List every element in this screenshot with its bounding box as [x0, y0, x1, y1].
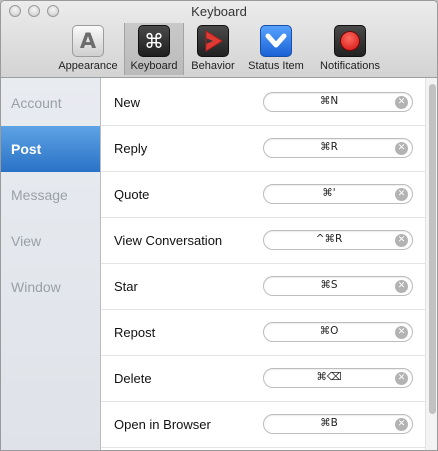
shortcut-recorder-field[interactable]: ⌘O ✕: [263, 322, 413, 342]
shortcut-label: New: [114, 95, 141, 110]
shortcut-recorder-field[interactable]: ⌘⌫ ✕: [263, 368, 413, 388]
status-item-icon: [260, 25, 292, 57]
toolbar-label: Notifications: [320, 60, 380, 72]
clear-shortcut-icon[interactable]: ✕: [395, 142, 408, 155]
shortcut-keys: ⌘S: [320, 279, 338, 291]
toolbar-item-notifications[interactable]: Notifications: [313, 23, 387, 75]
clear-shortcut-icon[interactable]: ✕: [395, 418, 408, 431]
clear-shortcut-icon[interactable]: ✕: [395, 96, 408, 109]
behavior-icon: [197, 25, 229, 57]
window-title: Keyboard: [191, 4, 247, 19]
toolbar-label: Keyboard: [130, 60, 178, 72]
notifications-icon: [334, 25, 366, 57]
shortcut-row: Open in Browser ⌘B ✕: [101, 402, 425, 448]
appearance-icon: A: [72, 25, 104, 57]
sidebar-item-message[interactable]: Message: [1, 172, 100, 218]
shortcut-row: Reply ⌘R ✕: [101, 126, 425, 172]
shortcut-recorder-field[interactable]: ^⌘R ✕: [263, 230, 413, 250]
shortcut-row: Delete ⌘⌫ ✕: [101, 356, 425, 402]
clear-shortcut-icon[interactable]: ✕: [395, 280, 408, 293]
toolbar-item-appearance[interactable]: A Appearance: [55, 23, 121, 75]
shortcut-keys: ⌘': [322, 187, 336, 199]
red-dot-icon: [341, 32, 359, 50]
sidebar-item-post[interactable]: Post: [1, 126, 100, 172]
clear-shortcut-icon[interactable]: ✕: [395, 372, 408, 385]
shortcut-keys: ^⌘R: [315, 233, 343, 245]
shortcut-label: Repost: [114, 325, 156, 340]
shortcut-label: Reply: [114, 141, 148, 156]
clear-shortcut-icon[interactable]: ✕: [395, 234, 408, 247]
shortcut-label: Delete: [114, 371, 152, 386]
shortcut-recorder-field[interactable]: ⌘' ✕: [263, 184, 413, 204]
shortcut-row: Quote ⌘' ✕: [101, 172, 425, 218]
shortcut-keys: ⌘⌫: [316, 371, 342, 383]
shortcut-recorder-field[interactable]: ⌘B ✕: [263, 414, 413, 434]
shortcut-recorder-field[interactable]: ⌘R ✕: [263, 138, 413, 158]
shortcut-label: Quote: [114, 187, 150, 202]
toolbar-item-keyboard[interactable]: ⌘ Keyboard: [124, 23, 184, 75]
shortcut-label: Star: [114, 279, 138, 294]
toolbar-label: Behavior: [191, 60, 235, 72]
shortcut-list: New ⌘N ✕ Reply ⌘R ✕ Quote ⌘' ✕ View Conv…: [101, 78, 425, 450]
sidebar-item-window[interactable]: Window: [1, 264, 100, 310]
shortcut-row: New ⌘N ✕: [101, 80, 425, 126]
shortcut-keys: ⌘N: [319, 95, 339, 107]
toolbar-label: Appearance: [58, 60, 118, 72]
sidebar-item-account[interactable]: Account: [1, 80, 100, 126]
shortcut-label: View Conversation: [114, 233, 223, 248]
shortcut-keys: ⌘R: [320, 141, 338, 153]
shortcut-row: View Conversation ^⌘R ✕: [101, 218, 425, 264]
toolbar: Keyboard A Appearance ⌘ Keyboard Behavio…: [1, 1, 437, 78]
toolbar-label: Status Item: [248, 60, 304, 72]
shortcut-keys: ⌘O: [319, 325, 339, 337]
shortcut-keys: ⌘B: [320, 417, 338, 429]
shortcut-recorder-field[interactable]: ⌘N ✕: [263, 92, 413, 112]
toolbar-item-behavior[interactable]: Behavior: [187, 23, 239, 75]
shortcut-row: Repost ⌘O ✕: [101, 310, 425, 356]
command-key-icon: ⌘: [138, 25, 170, 57]
clear-shortcut-icon[interactable]: ✕: [395, 326, 408, 339]
toolbar-item-status-item[interactable]: Status Item: [243, 23, 309, 75]
shortcut-label: Open in Browser: [114, 417, 211, 432]
preferences-window: Keyboard A Appearance ⌘ Keyboard Behavio…: [0, 0, 438, 451]
shortcut-row: Star ⌘S ✕: [101, 264, 425, 310]
scrollbar-thumb[interactable]: [429, 84, 436, 414]
clear-shortcut-icon[interactable]: ✕: [395, 188, 408, 201]
sidebar: Account Post Message View Window: [1, 78, 101, 450]
shortcut-recorder-field[interactable]: ⌘S ✕: [263, 276, 413, 296]
sidebar-item-view[interactable]: View: [1, 218, 100, 264]
vertical-scrollbar[interactable]: [425, 78, 437, 450]
